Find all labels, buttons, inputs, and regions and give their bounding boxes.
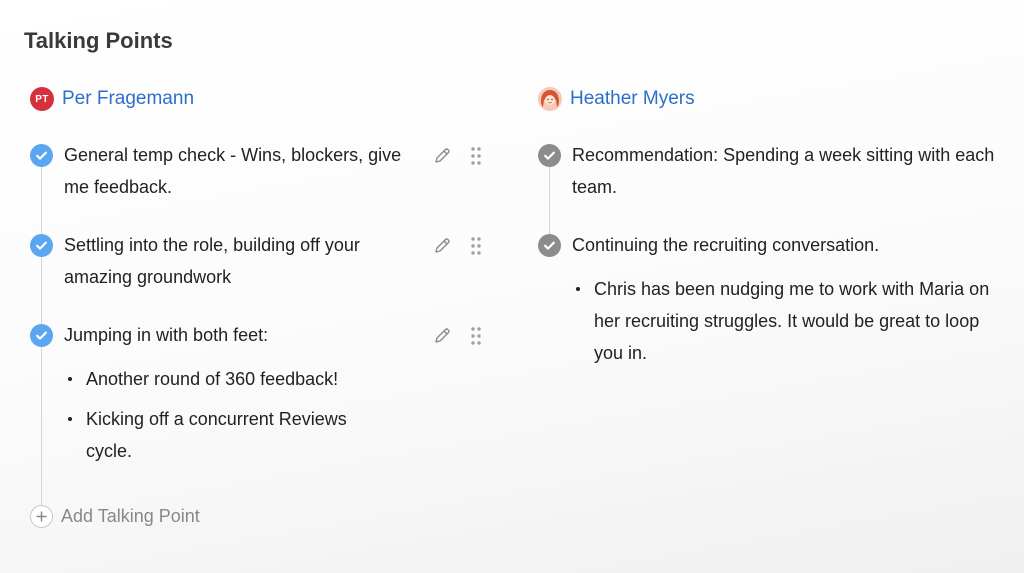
drag-handle-icon[interactable] xyxy=(470,146,482,171)
plus-icon xyxy=(30,505,53,528)
talking-point: Settling into the role, building off you… xyxy=(30,232,500,322)
page-title: Talking Points xyxy=(24,28,173,53)
author-header: Heather Myers xyxy=(538,86,1008,112)
sub-points-list: Another round of 360 feedback! Kicking o… xyxy=(30,363,500,467)
talking-point-text: Settling into the role, building off you… xyxy=(64,235,360,287)
sub-point: Chris has been nudging me to work with M… xyxy=(572,273,992,369)
talking-point: Jumping in with both feet: xyxy=(30,322,500,351)
talking-point-text: Recommendation: Spending a week sitting … xyxy=(572,145,995,197)
add-talking-point-label: Add Talking Point xyxy=(61,506,200,526)
pencil-icon[interactable] xyxy=(432,146,452,171)
check-icon[interactable] xyxy=(30,144,53,167)
sub-points-list: Chris has been nudging me to work with M… xyxy=(538,273,1008,369)
talking-point-text: Continuing the recruiting conversation. xyxy=(572,235,880,255)
drag-handle-icon[interactable] xyxy=(470,326,482,351)
author-name[interactable]: Per Fragemann xyxy=(62,88,194,110)
talking-point-text: General temp check - Wins, blockers, giv… xyxy=(64,145,402,197)
talking-points-list: Recommendation: Spending a week sitting … xyxy=(538,142,1008,369)
check-icon[interactable] xyxy=(30,324,53,347)
talking-point: Recommendation: Spending a week sitting … xyxy=(538,142,1008,232)
talking-points-list: General temp check - Wins, blockers, giv… xyxy=(30,142,500,516)
check-icon[interactable] xyxy=(30,234,53,257)
talking-point: Continuing the recruiting conversation. xyxy=(538,232,1008,261)
talking-points-column-heather: Heather Myers Recommendation: Spending a… xyxy=(538,86,1008,377)
sub-point: Kicking off a concurrent Reviews cycle. xyxy=(64,403,394,467)
avatar: PT xyxy=(30,87,54,111)
avatar-initials: PT xyxy=(35,93,49,105)
author-header: PT Per Fragemann xyxy=(30,86,500,112)
check-icon[interactable] xyxy=(538,234,561,257)
talking-points-column-per: PT Per Fragemann General temp check - Wi… xyxy=(30,86,500,516)
talking-point-text: Jumping in with both feet: xyxy=(64,325,269,345)
pencil-icon[interactable] xyxy=(432,236,452,261)
author-name[interactable]: Heather Myers xyxy=(570,88,695,110)
add-talking-point-button[interactable]: Add Talking Point xyxy=(30,505,200,528)
sub-point: Another round of 360 feedback! xyxy=(64,363,394,395)
avatar xyxy=(538,87,562,111)
talking-point: General temp check - Wins, blockers, giv… xyxy=(30,142,500,232)
check-icon[interactable] xyxy=(538,144,561,167)
drag-handle-icon[interactable] xyxy=(470,236,482,261)
pencil-icon[interactable] xyxy=(432,326,452,351)
